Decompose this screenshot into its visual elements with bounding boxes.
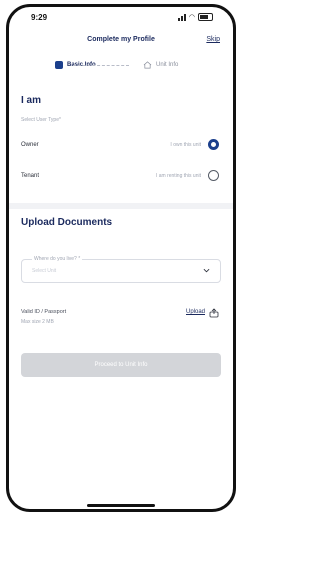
house-icon xyxy=(143,61,152,69)
iam-title: I am xyxy=(21,95,42,106)
header: Complete my Profile Skip xyxy=(9,33,233,51)
status-time: 9:29 xyxy=(31,13,48,22)
document-size: Max size 2 MB xyxy=(21,319,54,325)
upload-link[interactable]: Upload xyxy=(186,309,205,315)
tab-unit-info-label: Unit Info xyxy=(156,62,179,68)
page-title: Complete my Profile xyxy=(87,36,155,43)
proceed-button[interactable]: Proceed to Unit Info xyxy=(21,353,221,377)
unit-select-value: Select Unit xyxy=(32,268,57,274)
tenant-radio[interactable] xyxy=(208,170,219,181)
option-tenant[interactable]: Tenant I am renting this unit xyxy=(21,169,221,187)
owner-desc: I own this unit xyxy=(170,142,201,148)
wifi-icon: ◠ xyxy=(188,13,195,21)
user-type-hint: Select User Type* xyxy=(21,117,61,123)
skip-link[interactable]: Skip xyxy=(206,36,220,43)
unit-select[interactable]: Where do you live? * Select Unit xyxy=(21,256,221,283)
upload-title: Upload Documents xyxy=(21,217,113,228)
unit-select-legend: Where do you live? * xyxy=(32,256,83,262)
tenant-desc: I am renting this unit xyxy=(155,173,201,179)
document-row: Valid ID / Passport Max size 2 MB Upload xyxy=(21,308,221,331)
owner-radio[interactable] xyxy=(208,139,219,150)
battery-icon xyxy=(198,13,213,21)
owner-label: Owner xyxy=(21,142,39,148)
chevron-down-icon xyxy=(203,268,210,273)
upload-icon[interactable] xyxy=(209,308,219,318)
section-divider xyxy=(9,203,233,209)
home-indicator xyxy=(87,504,155,507)
status-bar: 9:29 ◠ xyxy=(9,7,233,29)
document-name: Valid ID / Passport xyxy=(21,309,67,315)
status-icons: ◠ xyxy=(177,13,213,21)
basic-info-icon xyxy=(55,61,63,69)
option-owner[interactable]: Owner I own this unit xyxy=(21,138,221,156)
signal-icon xyxy=(177,13,186,21)
step-tabs: Basic Info Unit Info xyxy=(9,61,233,77)
tab-unit-info[interactable]: Unit Info xyxy=(143,61,178,69)
step-connector xyxy=(73,65,129,66)
phone-frame: 9:29 ◠ Complete my Profile Skip Basic In… xyxy=(6,4,236,512)
tenant-label: Tenant xyxy=(21,173,40,179)
